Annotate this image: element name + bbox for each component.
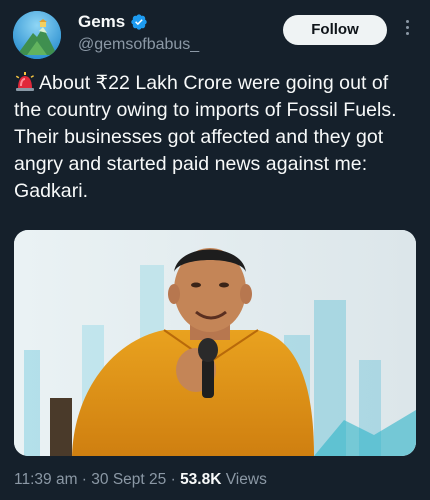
- views-count[interactable]: 53.8K: [180, 471, 221, 488]
- tweet-text: About ₹22 Lakh Crore were going out of t…: [14, 70, 420, 205]
- more-options-icon[interactable]: [401, 20, 413, 40]
- tweet-body: About ₹22 Lakh Crore were going out of t…: [14, 72, 397, 202]
- follow-button[interactable]: Follow: [283, 15, 387, 45]
- author-display-name[interactable]: Gems: [78, 12, 125, 32]
- avatar[interactable]: [13, 11, 61, 59]
- tweet-time[interactable]: 11:39 am: [14, 471, 77, 488]
- police-siren-icon: [15, 72, 34, 91]
- tweet-meta: 11:39 am · 30 Sept 25 · 53.8K Views: [14, 471, 267, 489]
- views-label: Views: [225, 471, 267, 488]
- author-handle[interactable]: @gemsofbabus_: [78, 36, 199, 54]
- tweet-date[interactable]: 30 Sept 25: [91, 471, 166, 488]
- mountain-avatar-icon: [13, 11, 61, 59]
- speaker-photo-image: [14, 230, 416, 456]
- meta-separator: ·: [81, 471, 87, 488]
- meta-separator: ·: [170, 471, 176, 488]
- tweet-header: Gems @gemsofbabus_ Follow: [0, 0, 430, 70]
- tweet-photo[interactable]: [14, 230, 416, 456]
- verified-badge-icon: [131, 14, 147, 30]
